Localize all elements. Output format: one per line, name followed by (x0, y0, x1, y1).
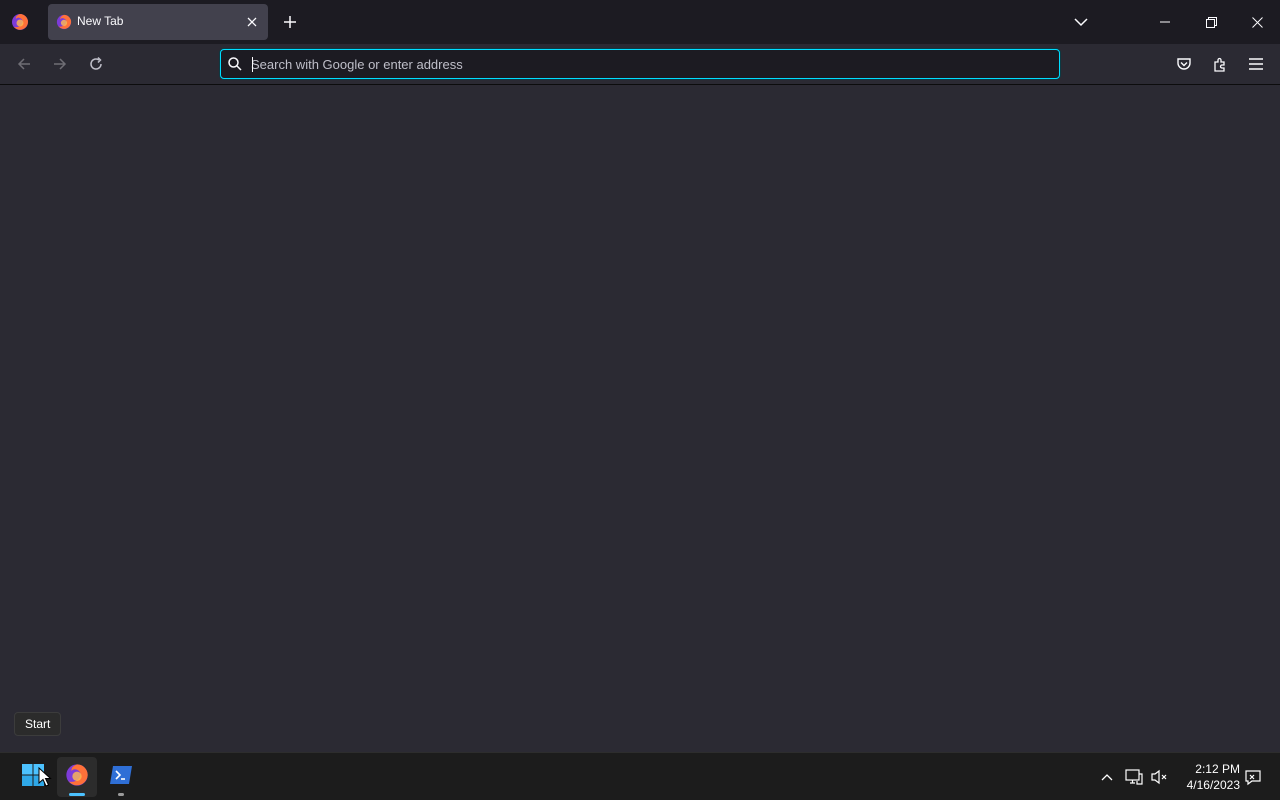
clock[interactable]: 2:12 PM 4/16/2023 (1176, 761, 1240, 793)
active-indicator (69, 793, 85, 796)
notification-icon[interactable] (1243, 767, 1263, 787)
taskbar-firefox[interactable] (57, 757, 97, 797)
forward-button[interactable] (48, 52, 72, 76)
tab-bar: New Tab (0, 0, 1280, 44)
url-input[interactable] (251, 53, 1041, 75)
start-tooltip: Start (14, 712, 62, 736)
mouse-cursor-icon (38, 766, 52, 787)
pocket-icon[interactable] (1172, 52, 1196, 76)
tab-new-tab[interactable]: New Tab (48, 4, 268, 40)
clock-date: 4/16/2023 (1186, 778, 1240, 792)
chevron-up-icon[interactable] (1097, 767, 1117, 787)
terminal-icon (109, 764, 133, 791)
taskbar-terminal[interactable] (101, 757, 141, 797)
close-window-button[interactable] (1234, 0, 1280, 44)
page-content (0, 85, 1280, 752)
minimize-button[interactable] (1142, 0, 1188, 44)
tab-title: New Tab (77, 14, 124, 28)
extensions-icon[interactable] (1208, 52, 1232, 76)
taskbar: 2:12 PM 4/16/2023 (0, 752, 1280, 800)
network-icon[interactable] (1124, 767, 1144, 787)
address-bar[interactable] (220, 49, 1060, 79)
open-indicator (118, 793, 124, 796)
restore-button[interactable] (1188, 0, 1234, 44)
reload-button[interactable] (84, 52, 108, 76)
chevron-down-icon[interactable] (1069, 10, 1093, 34)
firefox-icon[interactable] (8, 10, 32, 34)
new-tab-button[interactable] (277, 9, 303, 35)
nav-bar (0, 44, 1280, 85)
text-caret (252, 57, 253, 72)
firefox-icon (65, 763, 89, 792)
volume-muted-icon[interactable] (1150, 767, 1170, 787)
close-icon[interactable] (242, 12, 262, 32)
hamburger-menu-icon[interactable] (1244, 52, 1268, 76)
back-button[interactable] (12, 52, 36, 76)
clock-time: 2:12 PM (1195, 762, 1240, 776)
search-icon (227, 56, 243, 72)
firefox-icon (56, 14, 72, 30)
